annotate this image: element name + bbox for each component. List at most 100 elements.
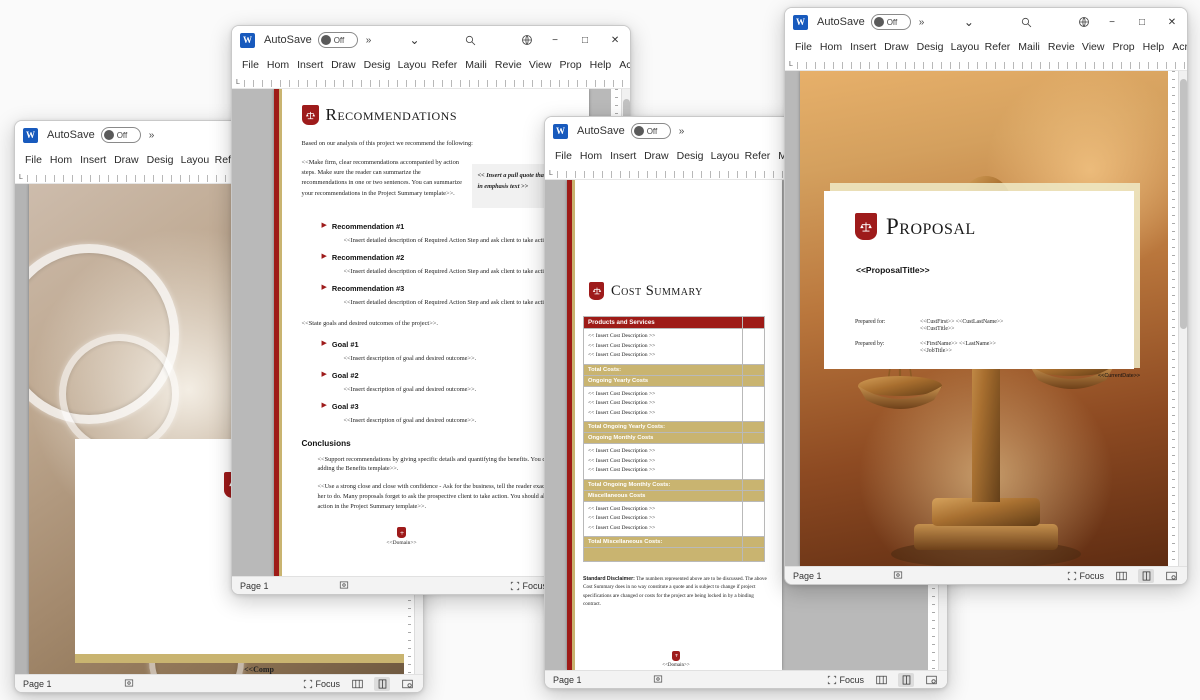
cost-amount-cell[interactable] [742,385,765,422]
ribbon-tab-file[interactable]: File [791,40,816,54]
document-page[interactable]: Cost Summary Products and Services << In… [567,180,782,670]
autosave-toggle[interactable]: Off [100,127,141,143]
table-row[interactable]: Miscellaneous Costs [583,489,765,502]
ribbon-tab-references[interactable]: Refer [741,149,775,163]
ribbon-tab-mailings[interactable]: Maili [1014,40,1044,54]
ribbon-tab-references[interactable]: Refer [428,58,462,72]
ribbon-tab-file[interactable]: File [551,149,576,163]
ribbon-tab-layout[interactable]: Layou [394,58,428,72]
ribbon-tab-home[interactable]: Hom [816,40,846,54]
ribbon-tab-layout[interactable]: Layou [177,153,211,167]
read-mode-icon[interactable] [873,673,889,687]
cost-items-cell[interactable]: << Insert Cost Description >> << Insert … [583,328,743,365]
table-row[interactable]: << Insert Cost Description >> << Insert … [583,443,765,480]
cost-amount-cell[interactable] [742,328,765,365]
word-window-proposal[interactable]: W AutoSave Off » ⌄ − □ ✕ File Hom Insert… [784,7,1188,585]
cost-blank-row[interactable] [583,547,743,562]
document-canvas[interactable]: Proposal <<ProposalTitle>> Prepared for:… [785,71,1187,566]
ribbon-tab-properties[interactable]: Prop [555,58,585,72]
window-controls[interactable]: − □ ✕ [540,26,630,54]
cost-summary-table[interactable]: Products and Services << Insert Cost Des… [583,316,765,562]
cost-amount-cell[interactable] [742,374,765,387]
accessibility-checker-icon[interactable] [339,580,349,592]
cost-amount-cell[interactable] [742,478,765,491]
table-row[interactable]: Total Ongoing Yearly Costs: [583,421,765,433]
ribbon-tab-view[interactable]: View [525,58,556,72]
table-row[interactable] [583,547,765,562]
cost-amount-cell[interactable] [742,443,765,480]
table-row[interactable]: Products and Services [583,316,765,329]
cost-items-cell[interactable]: << Insert Cost Description >> << Insert … [583,500,743,537]
table-row[interactable]: Total Ongoing Monthly Costs: [583,478,765,491]
table-row[interactable]: << Insert Cost Description >> << Insert … [583,385,765,422]
ribbon-tab-acrobat[interactable]: Acrob [615,58,630,72]
focus-mode-button[interactable]: Focus [1067,571,1104,581]
autosave-toggle[interactable]: Off [630,123,671,139]
ribbon-tab-home[interactable]: Hom [576,149,606,163]
cost-amount-cell[interactable] [742,432,765,444]
search-icon[interactable] [1013,9,1039,35]
ribbon-tab-layout[interactable]: Layou [707,149,741,163]
ribbon-tab-view[interactable]: View [1078,40,1109,54]
ribbon-tab-draw[interactable]: Draw [110,153,143,167]
ribbon-tab-insert[interactable]: Insert [846,40,880,54]
prepared-by-name[interactable]: <<FirstName>> <<LastName>> [920,341,996,347]
minimize-button[interactable]: − [1097,8,1127,36]
more-chevron-icon[interactable]: » [679,126,685,137]
close-button[interactable]: ✕ [600,26,630,54]
ribbon-tab-insert[interactable]: Insert [293,58,327,72]
web-layout-icon[interactable] [1163,569,1179,583]
focus-mode-button[interactable]: Focus [510,581,547,591]
cost-amount-cell[interactable] [742,536,765,548]
ribbon-tab-insert[interactable]: Insert [76,153,110,167]
table-row[interactable]: << Insert Cost Description >> << Insert … [583,500,765,537]
search-icon[interactable] [458,27,484,53]
maximize-button[interactable]: □ [570,26,600,54]
ribbon-tab-properties[interactable]: Prop [1108,40,1138,54]
prepared-by-title[interactable]: <<JobTitle>> [920,348,996,354]
ribbon-tab-mailings[interactable]: Maili [461,58,491,72]
cost-amount-cell[interactable] [742,316,765,329]
accessibility-checker-icon[interactable] [124,678,134,690]
minimize-button[interactable]: − [540,26,570,54]
ribbon-tab-home[interactable]: Hom [263,58,293,72]
cost-items-cell[interactable]: << Insert Cost Description >> << Insert … [583,443,743,480]
proposal-title-placeholder[interactable]: <<ProposalTitle>> [856,265,930,275]
print-layout-icon[interactable] [1138,568,1154,583]
current-date-placeholder[interactable]: <<CurrentDate>> [1098,373,1140,379]
ribbon-tab-draw[interactable]: Draw [640,149,673,163]
more-chevron-icon[interactable]: » [919,17,925,28]
ribbon-tab-draw[interactable]: Draw [327,58,360,72]
status-page-number[interactable]: Page 1 [23,679,63,689]
ribbon-tab-file[interactable]: File [238,58,263,72]
ribbon-tab-references[interactable]: Refer [981,40,1015,54]
status-page-number[interactable]: Page 1 [793,571,833,581]
vertical-scrollbar[interactable] [1178,71,1187,566]
document-page[interactable]: Recommendations Based on our analysis of… [273,89,589,576]
accessibility-checker-icon[interactable] [653,674,663,686]
cost-amount-cell[interactable] [742,500,765,537]
ribbon-tab-insert[interactable]: Insert [606,149,640,163]
table-row[interactable]: Total Miscellaneous Costs: [583,536,765,548]
ribbon-tab-review[interactable]: Revie [1044,40,1078,54]
table-row[interactable]: Ongoing Yearly Costs [583,374,765,387]
window-controls[interactable]: − □ ✕ [1097,8,1187,36]
document-page[interactable]: Proposal <<ProposalTitle>> Prepared for:… [800,71,1172,566]
focus-mode-button[interactable]: Focus [303,679,340,689]
read-mode-icon[interactable] [349,677,365,691]
autosave-toggle[interactable]: Off [317,32,358,48]
ribbon-tab-review[interactable]: Revie [491,58,525,72]
table-row[interactable]: Ongoing Monthly Costs [583,432,765,444]
accessibility-checker-icon[interactable] [893,570,903,582]
account-diamond-icon[interactable] [514,27,540,53]
ribbon-tab-help[interactable]: Help [586,58,616,72]
ribbon-tab-draw[interactable]: Draw [880,40,913,54]
document-body[interactable]: Based on our analysis of this project we… [302,139,589,546]
autosave-toggle[interactable]: Off [870,14,911,30]
cost-amount-cell[interactable] [742,489,765,502]
read-mode-icon[interactable] [1113,569,1129,583]
web-layout-icon[interactable] [399,677,415,691]
ribbon-tab-design[interactable]: Desig [360,58,394,72]
prepared-for-name[interactable]: <<CustFirst>> <<CustLastName>> [920,319,1003,325]
ribbon-tab-design[interactable]: Desig [143,153,177,167]
